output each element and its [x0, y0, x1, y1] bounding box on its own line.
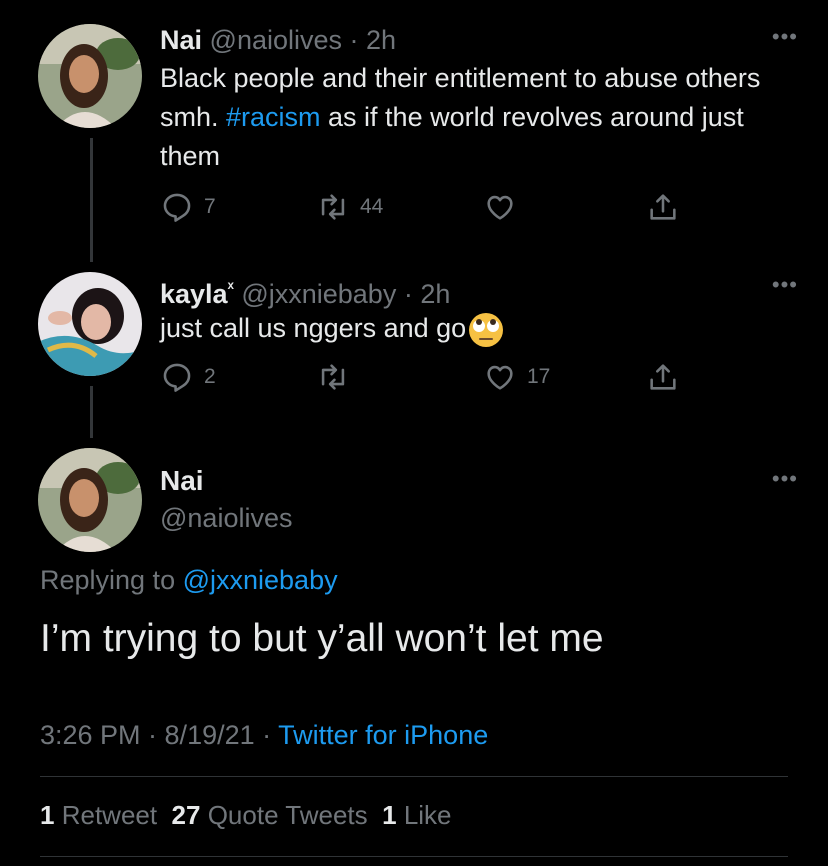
hashtag-link[interactable]: #racism [226, 102, 321, 132]
handle[interactable]: @jxxniebaby [241, 279, 396, 309]
reply-button[interactable]: 2 [160, 360, 216, 394]
reply-icon [163, 363, 191, 392]
heart-icon [487, 195, 513, 220]
display-name[interactable]: Nai [160, 25, 202, 55]
retweet-button[interactable]: 44 [316, 190, 383, 224]
retweet-icon [321, 194, 345, 220]
heart-icon [487, 365, 513, 390]
tweet-header: kaylaˣ @jxxniebaby · 2h [160, 272, 450, 310]
name-emoji: ˣ [227, 278, 234, 297]
tweet-meta: 3:26 PM · 8/19/21 · Twitter for iPhone [40, 718, 488, 752]
avatar[interactable] [38, 448, 142, 552]
retweet-count: 44 [360, 195, 384, 218]
quote-tweets-stat[interactable]: 27 Quote Tweets [172, 800, 368, 830]
divider [40, 776, 788, 777]
share-icon [650, 194, 676, 220]
handle[interactable]: @naiolives [160, 502, 292, 534]
reply-count: 2 [204, 365, 216, 388]
reply-handle-link[interactable]: @jxxniebaby [183, 565, 338, 595]
reply-button[interactable]: 7 [160, 190, 216, 224]
avatar[interactable] [38, 272, 142, 376]
retweet-icon [321, 364, 345, 390]
tweet-header: Nai @naiolives · 2h [160, 24, 396, 56]
like-count: 17 [527, 365, 551, 388]
timestamp[interactable]: · 2h [404, 279, 451, 309]
share-button[interactable] [646, 360, 680, 394]
more-options-icon[interactable]: ••• [772, 466, 798, 492]
like-button[interactable] [483, 190, 527, 224]
engagement-stats: 1 Retweet 27 Quote Tweets 1 Like [40, 800, 452, 831]
display-name[interactable]: kaylaˣ [160, 278, 234, 309]
like-button[interactable]: 17 [483, 360, 550, 394]
more-options-icon[interactable]: ••• [772, 272, 798, 298]
likes-stat[interactable]: 1 Like [382, 800, 451, 830]
avatar[interactable] [38, 24, 142, 128]
retweets-stat[interactable]: 1 Retweet [40, 800, 157, 830]
thread-line [90, 138, 93, 262]
reply-icon [163, 193, 191, 222]
more-options-icon[interactable]: ••• [772, 24, 798, 50]
share-button[interactable] [646, 190, 680, 224]
share-icon [650, 364, 676, 390]
retweet-button[interactable] [316, 360, 360, 394]
main-tweet-text: I’m trying to but y’all won’t let me [40, 617, 604, 660]
source-link[interactable]: Twitter for iPhone [278, 720, 488, 750]
timestamp[interactable]: · 2h [350, 25, 397, 55]
eye-roll-emoji [467, 311, 505, 349]
handle[interactable]: @naiolives [210, 25, 342, 55]
thread-line [90, 386, 93, 438]
replying-to: Replying to @jxxniebaby [40, 565, 338, 595]
tweet-text: just call us nggers and go [160, 309, 780, 349]
tweet-text: Black people and their entitlement to ab… [160, 63, 761, 171]
display-name[interactable]: Nai [160, 464, 204, 498]
tweet-timestamp: 3:26 PM · 8/19/21 · [40, 720, 279, 750]
divider [40, 856, 788, 857]
reply-count: 7 [204, 195, 216, 218]
